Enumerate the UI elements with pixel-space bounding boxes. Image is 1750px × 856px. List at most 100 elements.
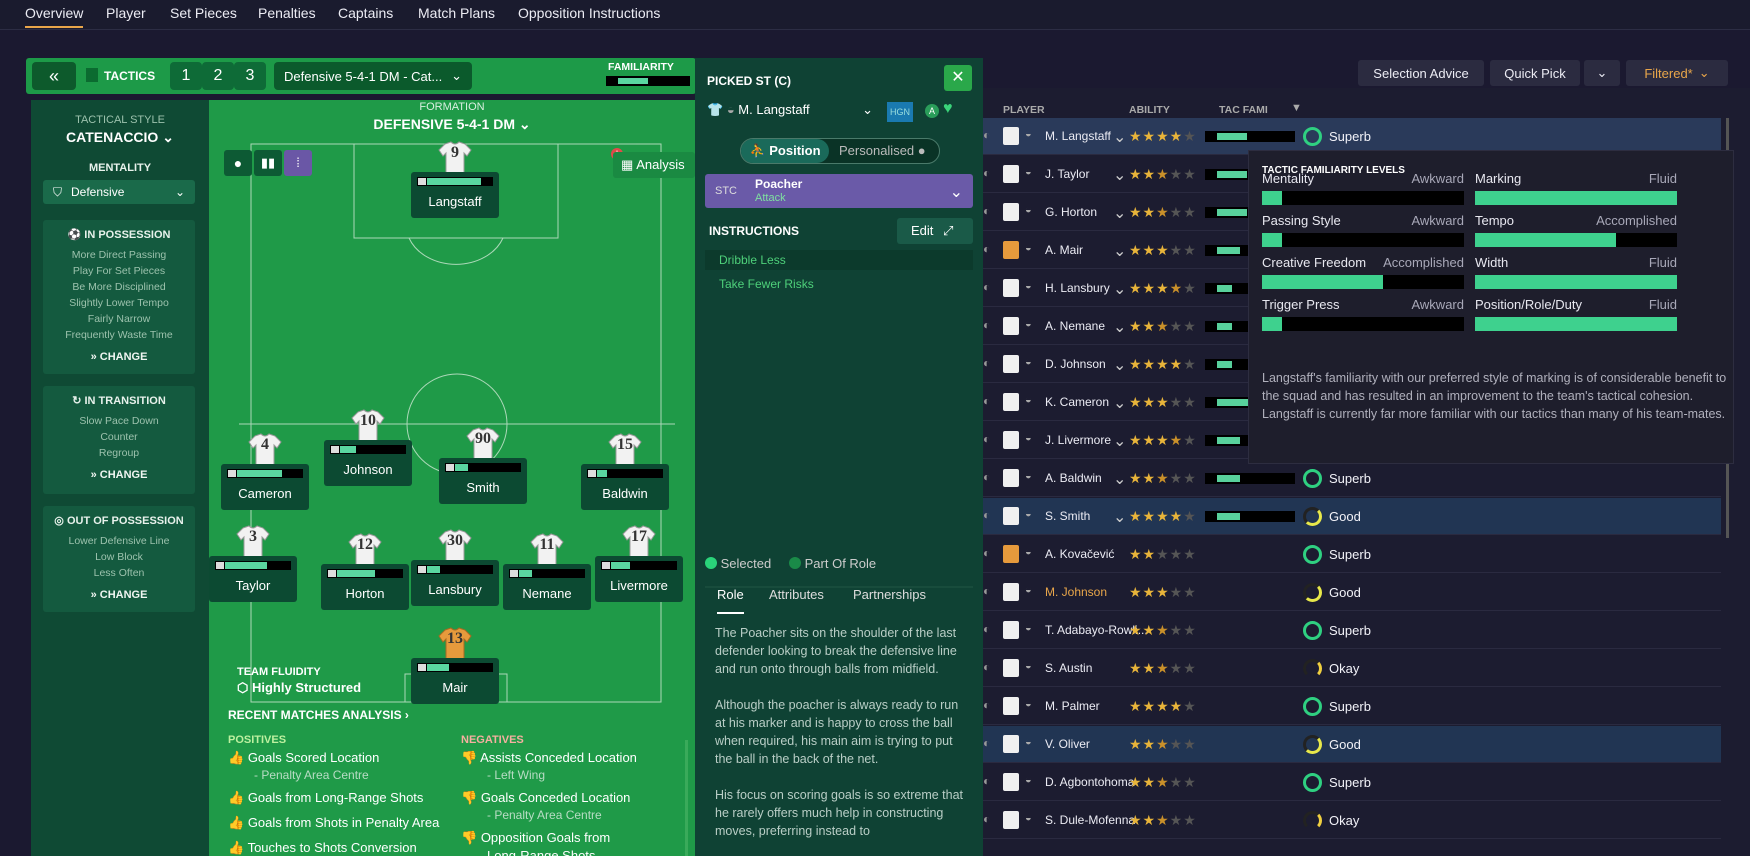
stats-icon[interactable]: ▮▮: [254, 150, 282, 176]
table-row[interactable]: ◐ ◒ S. Smith ★★★★★ ⌄ Good: [983, 498, 1721, 535]
player-name[interactable]: D. Johnson: [1045, 357, 1106, 371]
chevron-down-icon[interactable]: ⌄: [1113, 279, 1126, 299]
table-row[interactable]: ◐ ◒ A. Kovačević ★★★★★ Superb: [983, 536, 1721, 573]
positive-item[interactable]: 👍 Goals from Shots in Penalty Area: [228, 815, 456, 840]
player-slot-lansbury[interactable]: 30 Lansbury: [411, 528, 499, 612]
negative-item[interactable]: 👎 Opposition Goals from: [461, 830, 689, 848]
quick-pick-button[interactable]: Quick Pick: [1490, 60, 1580, 86]
negative-item[interactable]: 👎 Goals Conceded Location: [461, 790, 689, 808]
tactical-style-value[interactable]: CATENACCIO ⌄: [31, 129, 209, 146]
player-name[interactable]: K. Cameron: [1045, 395, 1109, 409]
player-name[interactable]: A. Nemane: [1045, 319, 1105, 333]
player-name[interactable]: D. Agbontohoma: [1045, 775, 1134, 789]
player-slot-taylor[interactable]: 3 Taylor: [209, 524, 297, 608]
tab-opposition-instructions[interactable]: Opposition Instructions: [518, 5, 660, 21]
chevron-down-icon[interactable]: ⌄: [1113, 241, 1126, 261]
table-row[interactable]: ◐ ◒ M. Palmer ★★★★★ Superb: [983, 688, 1721, 725]
player-name[interactable]: S. Smith: [1045, 509, 1090, 523]
chevron-down-icon[interactable]: ⌄: [1113, 469, 1126, 489]
tab-personalised[interactable]: Personalised ●: [833, 139, 939, 163]
player-name[interactable]: M. Johnson: [1045, 585, 1107, 599]
chevron-down-icon[interactable]: ⌄: [1113, 393, 1126, 413]
chevron-down-icon[interactable]: ⌄: [1113, 431, 1126, 451]
analysis-button[interactable]: ▦ Analysis: [613, 152, 695, 178]
tab-attributes[interactable]: Attributes: [769, 587, 824, 602]
chevron-down-icon[interactable]: ⌄: [1584, 60, 1620, 86]
player-slot-nemane[interactable]: 11 Nemane: [503, 532, 591, 616]
chevron-down-icon[interactable]: ⌄: [1113, 203, 1126, 223]
formation-selector[interactable]: DEFENSIVE 5-4-1 DM ⌄: [209, 116, 695, 133]
edit-button[interactable]: Edit ⤢: [897, 218, 973, 244]
positive-item[interactable]: 👍 Goals Scored Location: [228, 750, 456, 768]
player-slot-mair[interactable]: 13 Mair: [411, 626, 499, 710]
tab-player[interactable]: Player: [106, 5, 146, 21]
tactic-slot-3[interactable]: 3: [234, 62, 266, 90]
table-row[interactable]: ◐ ◒ S. Austin ★★★★★ Okay: [983, 650, 1721, 687]
tab-partnerships[interactable]: Partnerships: [853, 587, 926, 602]
player-name[interactable]: A. Kovačević: [1045, 547, 1114, 561]
instructions-icon[interactable]: ⁞: [284, 150, 312, 176]
negative-item[interactable]: 👎 Assists Conceded Location: [461, 750, 689, 768]
player-name[interactable]: M. Langstaff: [1045, 129, 1111, 143]
header-player[interactable]: PLAYER: [1003, 104, 1045, 116]
tab-position[interactable]: ⛹ Position: [741, 139, 829, 163]
player-name[interactable]: H. Lansbury: [1045, 281, 1110, 295]
player-name[interactable]: S. Austin: [1045, 661, 1092, 675]
player-slot-johnson[interactable]: 10 Johnson: [324, 408, 412, 492]
change-transition-button[interactable]: » CHANGE: [43, 469, 195, 481]
tab-match-plans[interactable]: Match Plans: [418, 5, 495, 21]
header-ability[interactable]: ABILITY: [1129, 104, 1170, 116]
tab-set-pieces[interactable]: Set Pieces: [170, 5, 237, 21]
filtered-button[interactable]: Filtered* ⌄: [1626, 60, 1728, 86]
chevron-down-icon[interactable]: ⌄: [1113, 355, 1126, 375]
positive-item[interactable]: 👍 Touches to Shots Conversion: [228, 840, 456, 856]
tab-overview[interactable]: Overview: [25, 5, 84, 28]
tab-role[interactable]: Role: [717, 587, 744, 614]
header-tac-fami[interactable]: TAC FAMI: [1219, 104, 1268, 116]
role-selector[interactable]: STC Poacher Attack ⌄: [705, 174, 973, 208]
player-slot-smith[interactable]: 90 Smith: [439, 426, 527, 510]
selection-advice-button[interactable]: Selection Advice: [1358, 60, 1484, 86]
chevron-down-icon[interactable]: ⌄: [1113, 317, 1126, 337]
player-name[interactable]: S. Dule-Mofenna: [1045, 813, 1135, 827]
player-name[interactable]: G. Horton: [1045, 205, 1097, 219]
scrollbar[interactable]: [685, 740, 688, 856]
table-row[interactable]: ◐ ◒ D. Agbontohoma ★★★★★ Superb: [983, 764, 1721, 801]
instruction-item[interactable]: Dribble Less: [705, 250, 973, 270]
change-possession-button[interactable]: » CHANGE: [43, 351, 195, 363]
player-name[interactable]: A. Baldwin: [1045, 471, 1102, 485]
chevron-down-icon[interactable]: ⌄: [1113, 127, 1126, 147]
chevron-down-icon[interactable]: ⌄: [1113, 507, 1126, 527]
chevron-down-icon[interactable]: ⌄: [1113, 165, 1126, 185]
player-slot-livermore[interactable]: 17 Livermore: [595, 524, 683, 608]
mentality-select[interactable]: ⛉ Defensive ⌄: [43, 180, 195, 204]
tactic-selector[interactable]: Defensive 5-4-1 DM - Cat... ⌄: [274, 62, 472, 90]
player-name[interactable]: J. Livermore: [1045, 433, 1111, 447]
tactic-slot-1[interactable]: 1: [170, 62, 202, 90]
player-slot-baldwin[interactable]: 15 Baldwin: [581, 432, 669, 516]
player-name[interactable]: M. Palmer: [1045, 699, 1100, 713]
table-row[interactable]: ◐ ◒ M. Johnson ★★★★★ Good: [983, 574, 1721, 611]
collapse-icon[interactable]: «: [32, 62, 76, 90]
table-row[interactable]: ◐ ◒ V. Oliver ★★★★★ Good: [983, 726, 1721, 763]
close-icon[interactable]: ✕: [944, 65, 972, 91]
tab-penalties[interactable]: Penalties: [258, 5, 316, 21]
table-row[interactable]: ◐ ◒ A. Baldwin ★★★★★ ⌄ Superb: [983, 460, 1721, 497]
player-slot-cameron[interactable]: 4 Cameron: [221, 432, 309, 516]
player-name[interactable]: J. Taylor: [1045, 167, 1089, 181]
table-row[interactable]: ◐ ◒ S. Dule-Mofenna ★★★★★ Okay: [983, 802, 1721, 839]
player-selector[interactable]: 👕 ◒ M. Langstaff ⌄: [707, 102, 877, 124]
player-slot-langstaff[interactable]: 9 Langstaff: [411, 140, 499, 224]
table-row[interactable]: ◐ ◒ T. Adabayo-Rowli... ★★★★★ Superb: [983, 612, 1721, 649]
instruction-item[interactable]: Take Fewer Risks: [705, 274, 973, 294]
tab-captains[interactable]: Captains: [338, 5, 393, 21]
player-name[interactable]: A. Mair: [1045, 243, 1083, 257]
tactic-slot-2[interactable]: 2: [202, 62, 234, 90]
recent-analysis-link[interactable]: RECENT MATCHES ANALYSIS ›: [228, 708, 409, 722]
player-name[interactable]: V. Oliver: [1045, 737, 1090, 751]
positive-item[interactable]: 👍 Goals from Long-Range Shots: [228, 790, 456, 815]
sort-down-icon[interactable]: ▼: [1291, 102, 1302, 114]
player-view-icon[interactable]: ●: [224, 150, 252, 176]
player-slot-horton[interactable]: 12 Horton: [321, 532, 409, 616]
change-out-possession-button[interactable]: » CHANGE: [43, 589, 195, 601]
